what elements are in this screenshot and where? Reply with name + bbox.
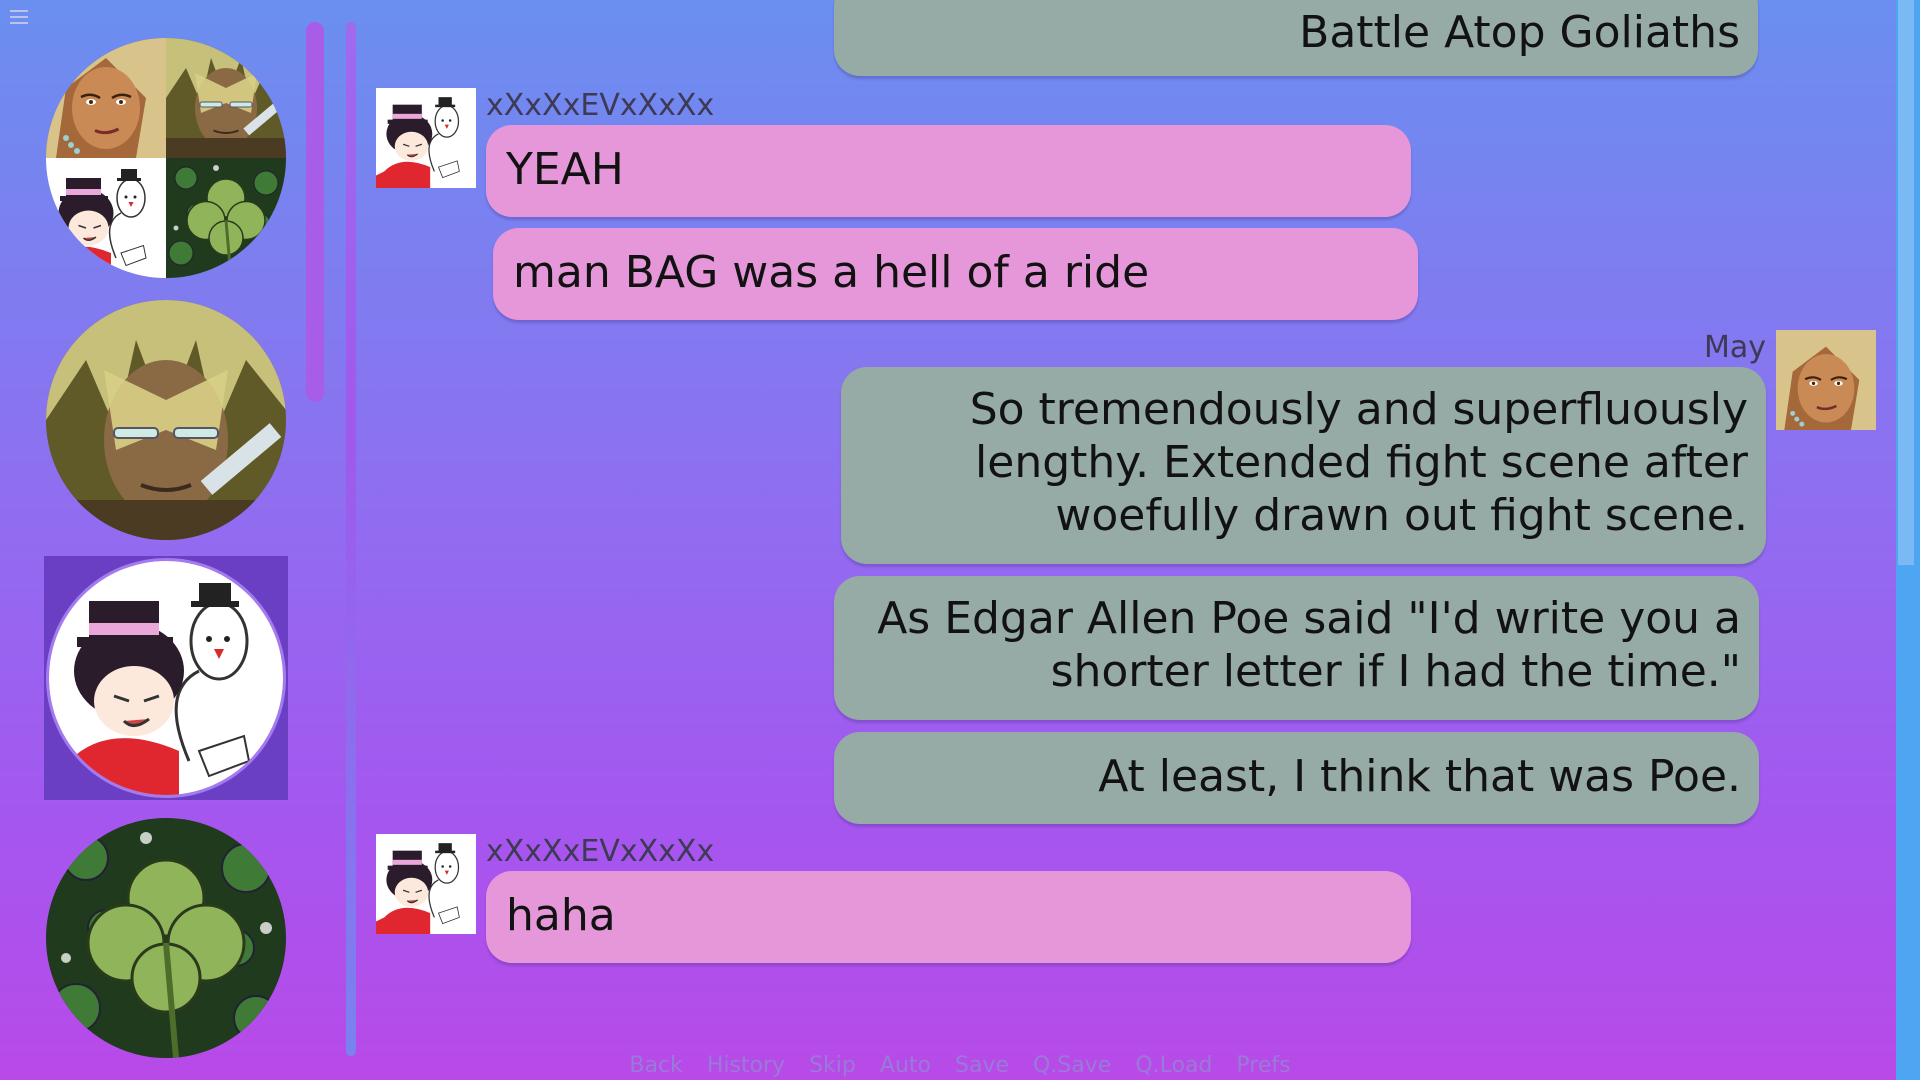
sender-name: May xyxy=(1704,330,1767,365)
clover-avatar xyxy=(46,818,286,1058)
message-line: shorter letter if I had the time." xyxy=(1050,646,1741,697)
chat-item-clover[interactable] xyxy=(44,816,288,1060)
message-line: As Edgar Allen Poe said "I'd write you a xyxy=(877,593,1741,644)
message-line: woefully drawn out fight scene. xyxy=(1055,490,1748,541)
message-bubble-mine: At least, I think that was Poe. xyxy=(834,732,1759,824)
quick-menu-auto[interactable]: Auto xyxy=(880,1053,931,1078)
sender-avatar xyxy=(376,834,476,934)
message-line: So tremendously and superfluously xyxy=(969,384,1748,435)
hamburger-menu-icon[interactable] xyxy=(10,8,28,26)
quick-menu-qsave[interactable]: Q.Save xyxy=(1033,1053,1111,1078)
panel-divider xyxy=(346,22,356,1056)
contact-list-scrollbar[interactable] xyxy=(306,22,324,402)
message-bubble-theirs: man BAG was a hell of a ride xyxy=(493,228,1418,320)
group-avatar-collage xyxy=(46,38,286,278)
quick-menu-back[interactable]: Back xyxy=(629,1053,682,1078)
message-bubble-mine: Battle Atop Goliaths xyxy=(834,0,1758,76)
message-bubble-theirs: YEAH xyxy=(486,125,1411,217)
sender-name: xXxXxEVxXxXx xyxy=(486,834,715,869)
chat-item-xxxxxevxxxxx[interactable] xyxy=(44,556,288,800)
message-line: lengthy. Extended fight scene after xyxy=(975,437,1748,488)
sender-avatar xyxy=(1776,330,1876,430)
quick-menu-save[interactable]: Save xyxy=(955,1053,1009,1078)
message-text: At least, I think that was Poe. xyxy=(1098,751,1741,802)
message-text: Battle Atop Goliaths xyxy=(1299,7,1740,58)
message-pane: Battle Atop Goliaths xXxXxEVxXxXx YEAH m… xyxy=(370,0,1890,1040)
chat-item-blonde-man[interactable] xyxy=(44,298,288,542)
quick-menu-skip[interactable]: Skip xyxy=(809,1053,856,1078)
sender-avatar xyxy=(376,88,476,188)
message-text: haha xyxy=(506,890,616,941)
quick-menu-qload[interactable]: Q.Load xyxy=(1135,1053,1212,1078)
message-bubble-mine: So tremendously and superfluously length… xyxy=(841,367,1766,564)
quick-menu-prefs[interactable]: Prefs xyxy=(1236,1053,1290,1078)
sender-name: xXxXxEVxXxXx xyxy=(486,88,715,123)
message-bubble-theirs: haha xyxy=(486,871,1411,963)
message-text: YEAH xyxy=(506,144,624,195)
message-bubble-mine: As Edgar Allen Poe said "I'd write you a… xyxy=(834,576,1759,720)
chat-item-group[interactable] xyxy=(44,36,288,280)
message-text: man BAG was a hell of a ride xyxy=(513,247,1150,298)
blonde-man-avatar xyxy=(46,300,286,540)
quick-menu: Back History Skip Auto Save Q.Save Q.Loa… xyxy=(0,1053,1920,1078)
messages-scrollbar-thumb[interactable] xyxy=(1898,0,1914,565)
top-hat-girl-avatar xyxy=(46,558,286,798)
quick-menu-history[interactable]: History xyxy=(707,1053,785,1078)
